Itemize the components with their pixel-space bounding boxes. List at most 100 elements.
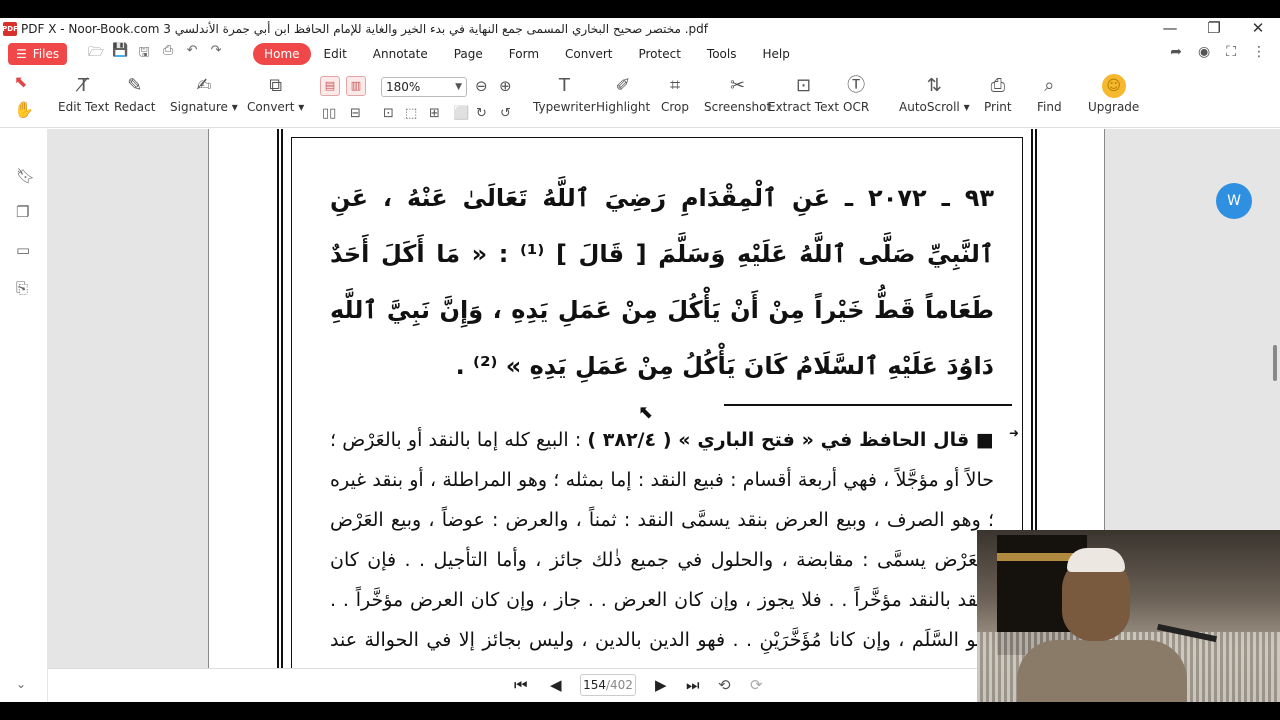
bookmark-icon[interactable]: 🔖︎ <box>16 167 35 185</box>
upgrade-face-icon: ☺ <box>1101 74 1126 98</box>
upgrade-tool[interactable]: ☺ Upgrade <box>1088 72 1139 114</box>
hand-tool-icon[interactable]: ✋ <box>14 100 34 119</box>
fit-width-icon[interactable]: ⬚ <box>405 106 417 121</box>
menu-edit[interactable]: Edit <box>311 43 360 65</box>
highlight-tool[interactable]: ✐ Highlight <box>596 72 650 114</box>
hamburger-icon: ☰ <box>16 47 27 61</box>
page-layout-icon[interactable]: ⊟ <box>350 106 361 121</box>
fit-page-icon[interactable]: ⊡ <box>383 106 394 121</box>
maximize-button[interactable]: ❐ <box>1192 18 1236 40</box>
signature-tool[interactable]: ✍ Signature ▾ <box>170 72 238 114</box>
previous-view-icon[interactable]: ⟲ <box>718 676 731 694</box>
previous-page-icon[interactable]: ◀ <box>550 676 562 694</box>
close-button[interactable]: ✕ <box>1236 18 1280 40</box>
convert-icon: ⧉ <box>269 75 283 96</box>
files-label: Files <box>32 47 60 61</box>
redo-icon[interactable]: ↷ <box>207 43 225 65</box>
extract-text-tool[interactable]: ⊡ Extract Text <box>768 72 839 114</box>
chevron-down-icon: ▼ <box>455 82 462 92</box>
window-controls: — ❐ ✕ <box>1148 18 1280 40</box>
webcam-overlay <box>977 530 1280 702</box>
vertical-scrollbar-thumb[interactable] <box>1273 345 1277 381</box>
more-icon[interactable]: ⋮ <box>1252 44 1266 60</box>
crop-tool[interactable]: ⌗ Crop <box>661 72 689 114</box>
typewriter-tool[interactable]: T Typewriter <box>533 72 596 114</box>
two-page-icon[interactable]: ▯▯ <box>322 106 336 121</box>
first-page-icon[interactable]: ⏮ <box>514 676 528 694</box>
paragraph-arrow-icon: ➜ <box>1009 426 1020 440</box>
main-menu: Home Edit Annotate Page Form Convert Pro… <box>253 43 803 65</box>
zoom-value: 180% <box>386 80 421 94</box>
window-title: PDF X - Noor-Book.com مختصر صحيح البخاري… <box>21 22 708 36</box>
collapse-chevron-icon[interactable]: ⌄ <box>16 677 26 691</box>
printer-icon: ⎙ <box>990 75 1005 96</box>
last-page-icon[interactable]: ⏭ <box>686 676 700 694</box>
single-page-view-icon[interactable]: ▤ <box>320 76 340 96</box>
menu-form[interactable]: Form <box>496 43 552 65</box>
typewriter-icon: T <box>558 75 570 96</box>
menu-protect[interactable]: Protect <box>625 43 693 65</box>
attachments-icon[interactable]: ⎘ <box>16 279 28 297</box>
rotate-cw-icon[interactable]: ↻ <box>476 106 487 121</box>
autoscroll-tool[interactable]: ⇅ AutoScroll ▾ <box>899 72 970 114</box>
files-button[interactable]: ☰ Files <box>8 43 68 65</box>
open-folder-icon[interactable]: 🗁 <box>87 43 105 65</box>
total-pages: /402 <box>605 678 633 692</box>
redact-tool[interactable]: ✎ Redact <box>114 72 155 114</box>
print-quick-icon[interactable]: ⎙ <box>159 43 177 65</box>
redact-label: Redact <box>114 100 156 114</box>
ribbon-toolbar: ⬉ ✋ T̸ Edit Text ✎ Redact ✍ Signature ▾ … <box>0 68 1280 128</box>
fit-visible-icon[interactable]: ⬜ <box>453 106 469 121</box>
crop-label: Crop <box>661 100 690 114</box>
thumbnails-icon[interactable]: ❐ <box>16 203 29 221</box>
pdf-page: ٩٣ ـ ٢٠٧٢ ـ عَنِ ٱلْمِقْدَامِ رَضِيَ ٱلل… <box>208 129 1105 668</box>
current-page: 154 <box>583 678 606 692</box>
find-tool[interactable]: ⌕ Find <box>1037 72 1062 114</box>
edit-text-tool[interactable]: T̸ Edit Text <box>58 72 109 114</box>
minimize-button[interactable]: — <box>1148 18 1192 40</box>
share-icon[interactable]: ➦ <box>1170 44 1182 60</box>
zoom-select[interactable]: 180% ▼ <box>381 77 467 97</box>
screenshot-tool[interactable]: ✂ Screenshot <box>704 72 771 114</box>
menu-tools[interactable]: Tools <box>694 43 750 65</box>
mouse-pointer-icon: ⬉ <box>638 402 654 423</box>
speaker-body <box>1017 640 1187 702</box>
menu-home[interactable]: Home <box>253 43 311 65</box>
autoscroll-icon: ⇅ <box>926 75 942 96</box>
autoscroll-label: AutoScroll ▾ <box>899 100 970 114</box>
commentary-text: ■ قال الحافظ في « فتح الباري » ( ٣٨٢/٤ )… <box>330 420 994 668</box>
menu-help[interactable]: Help <box>749 43 802 65</box>
continuous-view-icon[interactable]: ▥ <box>346 76 366 96</box>
reading-mode-icon[interactable]: ◉ <box>1198 44 1210 60</box>
comments-icon[interactable]: ▭ <box>16 241 30 259</box>
next-view-icon[interactable]: ⟳ <box>750 676 763 694</box>
typewriter-label: Typewriter <box>533 100 596 114</box>
quick-access: 🗁 💾 🖫 ⎙ ↶ ↷ <box>87 43 225 65</box>
zoom-in-icon[interactable]: ⊕ <box>499 77 512 95</box>
menu-convert[interactable]: Convert <box>552 43 625 65</box>
select-cursor-icon[interactable]: ⬉ <box>14 72 27 91</box>
page-number-field[interactable]: 154/402 <box>580 674 636 696</box>
ocr-icon: Ⓣ <box>847 75 866 96</box>
convert-tool[interactable]: ⧉ Convert ▾ <box>247 72 304 114</box>
commentary-body: : البيع كله إما بالنقد أو بالعَرْض ؛ حال… <box>330 429 994 651</box>
menu-annotate[interactable]: Annotate <box>360 43 441 65</box>
fullscreen-icon[interactable]: ⛶ <box>1226 44 1236 60</box>
actual-size-icon[interactable]: ⊞ <box>429 106 440 121</box>
next-page-icon[interactable]: ▶ <box>655 676 667 694</box>
pdf-to-word-float-button[interactable]: W <box>1216 183 1252 219</box>
menu-page[interactable]: Page <box>441 43 496 65</box>
speaker-cap <box>1067 548 1125 572</box>
zoom-out-icon[interactable]: ⊖ <box>475 77 488 95</box>
screenshot-label: Screenshot <box>704 100 772 114</box>
find-label: Find <box>1037 100 1062 114</box>
rotate-ccw-icon[interactable]: ↺ <box>500 106 511 121</box>
find-icon: ⌕ <box>1044 75 1055 96</box>
undo-icon[interactable]: ↶ <box>183 43 201 65</box>
ocr-tool[interactable]: Ⓣ OCR <box>843 72 869 114</box>
save-icon[interactable]: 💾 <box>111 43 129 65</box>
save-as-icon[interactable]: 🖫 <box>135 43 153 65</box>
redact-icon: ✎ <box>127 75 143 96</box>
signature-icon: ✍ <box>196 75 212 96</box>
print-tool[interactable]: ⎙ Print <box>984 72 1012 114</box>
